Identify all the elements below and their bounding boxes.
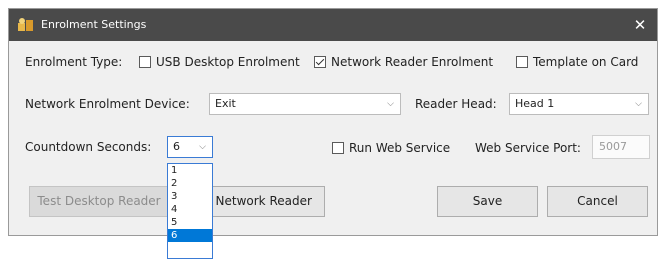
cancel-button[interactable]: Cancel: [547, 186, 648, 217]
countdown-seconds-label: Countdown Seconds:: [25, 140, 152, 154]
countdown-seconds-select[interactable]: 6 ⌵: [167, 136, 213, 158]
network-reader-enrolment-checkbox[interactable]: Network Reader Enrolment: [314, 55, 493, 69]
checkbox-box[interactable]: [139, 56, 151, 68]
enrolment-settings-dialog: Enrolment Settings ✕ Enrolment Type: USB…: [8, 8, 658, 236]
save-button[interactable]: Save: [437, 186, 538, 217]
chevron-down-icon: ⌵: [635, 99, 642, 109]
reader-head-value: Head 1: [515, 97, 555, 110]
checkbox-box-checked[interactable]: [314, 56, 326, 68]
countdown-seconds-value: 6: [173, 140, 180, 153]
run-web-service-label: Run Web Service: [349, 141, 451, 155]
web-service-port-input[interactable]: 5007: [592, 135, 650, 159]
countdown-seconds-dropdown-list: 1 2 3 4 5 6: [167, 163, 213, 259]
countdown-option-2[interactable]: 2: [168, 177, 212, 190]
checkbox-box[interactable]: [516, 56, 528, 68]
web-service-port-label: Web Service Port:: [475, 141, 581, 155]
close-icon: ✕: [633, 16, 647, 34]
run-web-service-checkbox[interactable]: Run Web Service: [332, 141, 450, 155]
network-enrolment-device-select[interactable]: Exit ⌵: [209, 93, 401, 115]
checkbox-box[interactable]: [332, 142, 344, 154]
window-title: Enrolment Settings: [41, 18, 147, 31]
close-button[interactable]: ✕: [629, 14, 651, 36]
chevron-down-icon: ⌵: [387, 99, 394, 109]
usb-desktop-enrolment-label: USB Desktop Enrolment: [156, 55, 300, 69]
countdown-option-5[interactable]: 5: [168, 216, 212, 229]
app-settings-icon: [18, 18, 33, 31]
countdown-option-4[interactable]: 4: [168, 203, 212, 216]
countdown-option-1[interactable]: 1: [168, 164, 212, 177]
test-desktop-reader-button[interactable]: Test Desktop Reader: [29, 186, 169, 217]
title-bar: Enrolment Settings ✕: [9, 9, 657, 41]
countdown-option-6[interactable]: 6: [168, 229, 212, 242]
network-reader-enrolment-label: Network Reader Enrolment: [331, 55, 494, 69]
countdown-option-3[interactable]: 3: [168, 190, 212, 203]
reader-head-label: Reader Head:: [415, 97, 497, 111]
network-enrolment-device-value: Exit: [215, 97, 236, 110]
reader-head-select[interactable]: Head 1 ⌵: [509, 93, 649, 115]
network-enrolment-device-label: Network Enrolment Device:: [25, 97, 190, 111]
template-on-card-checkbox[interactable]: Template on Card: [516, 55, 638, 69]
template-on-card-label: Template on Card: [533, 55, 639, 69]
usb-desktop-enrolment-checkbox[interactable]: USB Desktop Enrolment: [139, 55, 300, 69]
chevron-down-icon: ⌵: [199, 142, 206, 152]
enrolment-type-label: Enrolment Type:: [25, 55, 123, 69]
